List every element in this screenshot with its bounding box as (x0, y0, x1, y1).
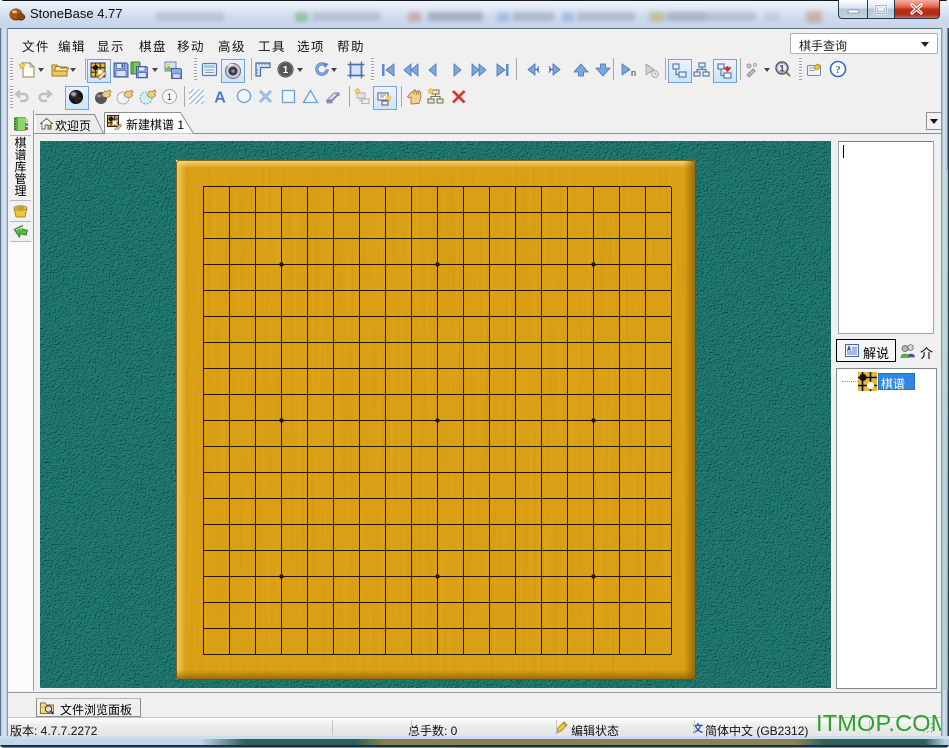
svg-text:1: 1 (167, 92, 172, 102)
svg-text:?: ? (835, 64, 841, 76)
svg-text:n: n (631, 68, 636, 78)
svg-text:1: 1 (283, 65, 289, 76)
svg-text:1: 1 (779, 64, 784, 74)
svg-text:A: A (214, 90, 226, 107)
